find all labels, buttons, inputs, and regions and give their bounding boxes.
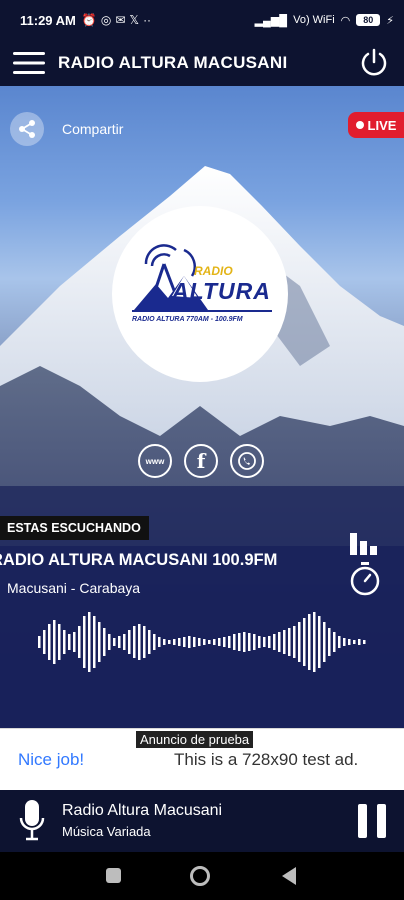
facebook-icon: f bbox=[196, 449, 206, 473]
whatsapp-status-icon: ◎ bbox=[100, 13, 112, 27]
back-icon[interactable] bbox=[282, 867, 296, 885]
www-icon: www bbox=[145, 456, 165, 466]
share-label[interactable]: Compartir bbox=[62, 121, 123, 137]
notification-icons: ⏰ ◎ ✉ 𝕏 ·· bbox=[82, 13, 151, 27]
website-button[interactable]: www bbox=[138, 444, 172, 478]
station-name-text: RADIO ALTURA MACUSANI 100.9FM bbox=[0, 551, 278, 569]
status-right: ▂▄▆█ Vo) WiFi ◠ 80 ⚡ bbox=[255, 14, 394, 27]
status-time: 11:29 AM bbox=[20, 12, 76, 28]
now-listening-label: ESTAS ESCUCHANDO bbox=[0, 516, 149, 540]
logo-freq-text: RADIO ALTURA 770AM - 100.9FM bbox=[132, 316, 243, 323]
share-icon bbox=[19, 120, 35, 138]
pause-icon-bar bbox=[377, 804, 386, 838]
ad-nice-text[interactable]: Nice job! bbox=[18, 750, 84, 770]
pause-button[interactable] bbox=[358, 804, 386, 838]
player-subtitle: Música Variada bbox=[62, 824, 151, 839]
logo-radio-text: RADIO bbox=[194, 264, 233, 278]
equalizer-button[interactable] bbox=[350, 533, 382, 555]
ad-body-text[interactable]: This is a 728x90 test ad. bbox=[174, 750, 358, 770]
ad-test-tag: Anuncio de prueba bbox=[136, 731, 254, 748]
alarm-icon: ⏰ bbox=[81, 13, 97, 27]
share-button[interactable] bbox=[10, 112, 44, 146]
station-logo: RADIO ALTURA RADIO ALTURA 770AM - 100.9F… bbox=[112, 206, 288, 382]
x-icon: 𝕏 bbox=[129, 13, 140, 27]
timer-icon bbox=[350, 562, 380, 596]
gmail-icon: ✉ bbox=[115, 13, 126, 27]
status-bar: 11:29 AM ⏰ ◎ ✉ 𝕏 ·· ▂▄▆█ Vo) WiFi ◠ 80 ⚡ bbox=[0, 0, 404, 40]
player-hero: Compartir LIVE RADIO ALTURA RADIO ALTURA… bbox=[0, 86, 404, 728]
live-badge: LIVE bbox=[348, 112, 404, 138]
wifi-icon: ◠ bbox=[340, 14, 351, 27]
microphone-icon bbox=[19, 800, 45, 841]
pause-icon bbox=[358, 804, 367, 838]
whatsapp-button[interactable] bbox=[230, 444, 264, 478]
charging-icon: ⚡ bbox=[386, 14, 394, 27]
app-bar: RADIO ALTURA MACUSANI bbox=[0, 40, 404, 86]
logo-altura-text: ALTURA bbox=[172, 278, 271, 304]
social-links: www f bbox=[138, 444, 264, 478]
battery-icon: 80 bbox=[356, 14, 381, 26]
station-location: Macusani - Carabaya bbox=[7, 580, 141, 596]
recents-icon[interactable] bbox=[106, 868, 121, 883]
facebook-button[interactable]: f bbox=[184, 444, 218, 478]
player-title: Radio Altura Macusani bbox=[62, 802, 223, 819]
more-dots-icon: ·· bbox=[143, 13, 152, 27]
status-left: 11:29 AM ⏰ ◎ ✉ 𝕏 ·· bbox=[20, 13, 151, 28]
sleep-timer-button[interactable] bbox=[349, 562, 381, 596]
signal-icon: ▂▄▆█ bbox=[254, 14, 288, 27]
menu-button[interactable] bbox=[0, 40, 58, 86]
player-bar: Radio Altura Macusani Música Variada bbox=[0, 790, 404, 852]
live-dot-icon bbox=[355, 121, 364, 129]
power-button[interactable] bbox=[358, 47, 390, 79]
network-label: Vo) WiFi bbox=[293, 14, 335, 26]
home-icon[interactable] bbox=[190, 866, 210, 886]
live-label: LIVE bbox=[367, 117, 397, 133]
whatsapp-icon bbox=[238, 452, 256, 470]
power-icon bbox=[361, 48, 387, 76]
app-title: RADIO ALTURA MACUSANI bbox=[58, 53, 288, 72]
equalizer-icon bbox=[350, 533, 377, 555]
hamburger-icon bbox=[13, 52, 45, 74]
ad-banner[interactable]: Anuncio de prueba Nice job! This is a 72… bbox=[0, 728, 404, 790]
audio-waveform bbox=[38, 612, 366, 672]
system-nav-bar bbox=[0, 852, 404, 900]
station-name: RADIO ALTURA MACUSANI 100.9FM bbox=[0, 551, 284, 570]
